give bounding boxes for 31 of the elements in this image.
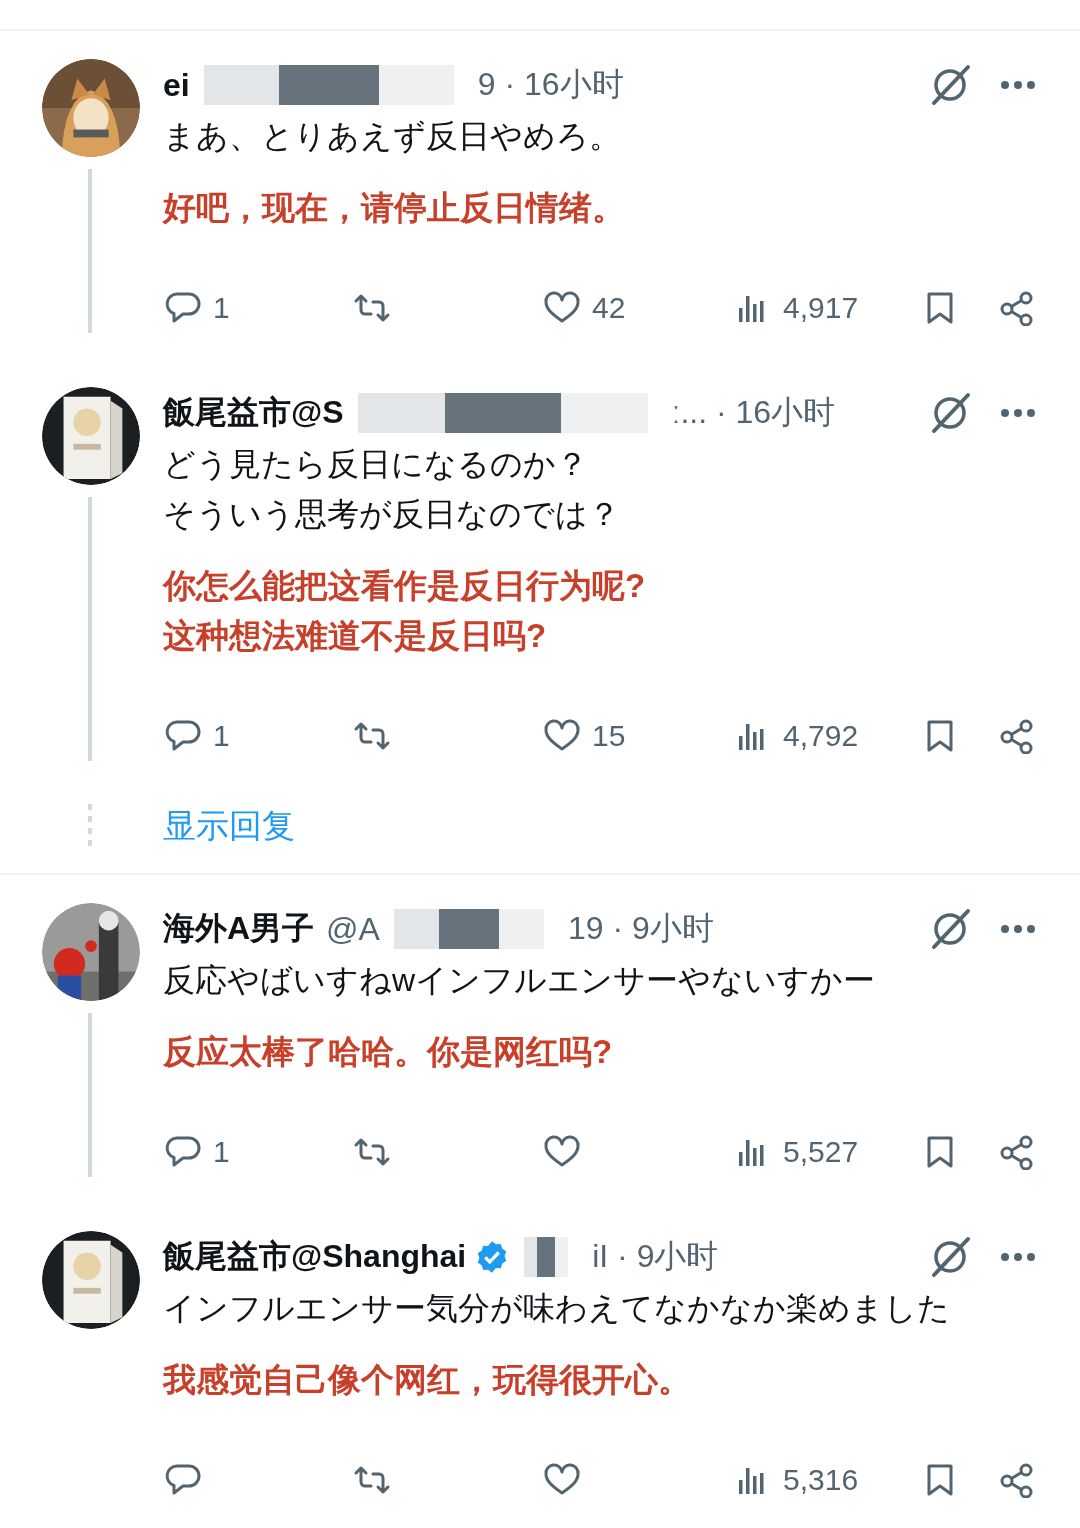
views-count: 5,316 xyxy=(783,1463,859,1497)
like-count: 15 xyxy=(592,719,626,753)
views-count: 5,527 xyxy=(783,1135,859,1169)
translation-text: 好吧，现在，请停止反日情绪。 xyxy=(163,188,626,228)
user-name[interactable]: 飯尾益市@S xyxy=(163,391,344,435)
post-text: どう見たら反日になるのか？ そういう思考が反日なのでは？ xyxy=(163,445,621,534)
user-handle: @A xyxy=(326,910,380,948)
more-icon[interactable] xyxy=(1000,80,1036,90)
views-count: 4,792 xyxy=(783,719,859,753)
user-name[interactable]: 海外A男子 xyxy=(163,907,315,951)
reply-count: 1 xyxy=(213,1135,230,1169)
translation-text: 我感觉自己像个网红，玩得很开心。 xyxy=(163,1360,692,1400)
reply-count: 1 xyxy=(213,291,230,325)
more-icon[interactable] xyxy=(1000,1252,1036,1262)
more-icon[interactable] xyxy=(1000,408,1036,418)
views-count: 4,917 xyxy=(783,291,859,325)
post-time: 19 · 9小时 xyxy=(567,909,714,948)
post-time: ː... · 16小时 xyxy=(671,393,836,432)
post-time: 9 · 16小时 xyxy=(477,65,624,104)
translation-text: 反应太棒了哈哈。你是网红吗? xyxy=(163,1032,614,1072)
post-text: まあ、とりあえず反日やめろ。 xyxy=(163,117,622,156)
post-time: iI · 9小时 xyxy=(592,1237,719,1276)
more-icon[interactable] xyxy=(1000,924,1036,934)
user-name[interactable]: 飯尾益市@Shanghai xyxy=(163,1235,467,1279)
user-name[interactable]: ei xyxy=(163,66,190,104)
reply-count: 1 xyxy=(213,719,230,753)
translation-text: 你怎么能把这看作是反日行为呢? 这种想法难道不是反日吗? xyxy=(163,566,647,656)
post-text: インフルエンサー気分が味わえてなかなか楽めました xyxy=(163,1289,951,1328)
like-count: 42 xyxy=(592,291,626,325)
post-text: 反応やばいすねwインフルエンサーやないすかー xyxy=(163,961,877,1000)
redaction-block xyxy=(524,1237,569,1277)
